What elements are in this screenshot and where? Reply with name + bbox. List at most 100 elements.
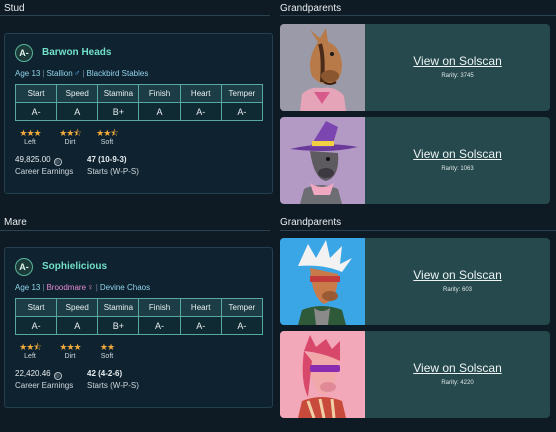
coin-icon: ◎ [53, 158, 62, 166]
preference-label: Dirt [64, 353, 76, 360]
stud-section-label: Stud [4, 3, 25, 14]
stats-header-row: Start Speed Stamina Finish Heart Temper [14, 84, 264, 103]
star-icons: ★★⯪ [96, 128, 119, 138]
stat-header: Heart [179, 298, 222, 317]
stat-value: A [56, 316, 99, 335]
preference-soft: ★★⯪ Soft [92, 128, 122, 148]
preference-label: Soft [100, 353, 114, 360]
view-on-solscan-link[interactable]: View on Solscan [365, 54, 550, 68]
stat-value: B+ [97, 102, 140, 121]
preference-left: ★★★ Left [15, 128, 45, 148]
star-icons: ★★★ [19, 128, 41, 138]
stat-header: Heart [179, 84, 222, 103]
grandparent-card: View on Solscan Rarity: 4220 [280, 331, 550, 418]
stat-value: B+ [97, 316, 140, 335]
horse-gender: Stallion [46, 69, 73, 78]
horse-stable[interactable]: Devine Chaos [100, 283, 150, 292]
earnings-amount: 22,420.46 [15, 369, 51, 378]
star-icons: ★★★ [59, 342, 81, 352]
horse-name[interactable]: Barwon Heads [42, 47, 111, 58]
grandparent-card: View on Solscan Rarity: 1063 [280, 117, 550, 204]
view-on-solscan-link[interactable]: View on Solscan [365, 361, 550, 375]
stat-value: A- [179, 316, 222, 335]
horse-meta: Age 13 | Stallion♂ | Blackbird Stables [15, 68, 149, 78]
grandparent-card: View on Solscan Rarity: 603 [280, 238, 550, 325]
preference-label: Left [24, 353, 36, 360]
preference-dirt: ★★★ Dirt [55, 342, 85, 362]
stat-header: Temper [220, 298, 264, 317]
career-earnings-value: 22,420.46 ◎ [15, 369, 62, 380]
stats-table: Start Speed Stamina Finish Heart Temper … [14, 298, 264, 335]
mare-horse-card[interactable]: A- Sophielicious Age 13 | Broodmare♀ | Devin… [4, 247, 273, 408]
stats-header-row: Start Speed Stamina Finish Heart Temper [14, 298, 264, 317]
stud-grandparents-label: Grandparents [280, 3, 342, 14]
mare-grandparents-label: Grandparents [280, 217, 342, 228]
stats-value-row: A- A B+ A- A- A- [14, 316, 264, 335]
horse-age: Age 13 [15, 283, 41, 292]
horse-age: Age 13 [15, 69, 41, 78]
divider [0, 15, 270, 16]
horse-name[interactable]: Sophielicious [42, 261, 107, 272]
preference-stars: ★★★ Left ★★⯪ Dirt ★★⯪ Soft [15, 128, 135, 150]
preference-label: Dirt [64, 139, 76, 146]
stat-header: Finish [138, 84, 181, 103]
view-on-solscan-link[interactable]: View on Solscan [365, 268, 550, 282]
stat-value: A- [14, 102, 58, 121]
divider [280, 15, 556, 16]
rarity-label: Rarity: 1063 [441, 166, 474, 172]
female-icon: ♀ [87, 282, 94, 292]
mare-section-label: Mare [4, 217, 27, 228]
stats-table: Start Speed Stamina Finish Heart Temper … [14, 84, 264, 121]
view-on-solscan-link[interactable]: View on Solscan [365, 147, 550, 161]
grandparent-horse-image [280, 24, 365, 111]
star-icons: ★★⯪ [19, 342, 42, 352]
stat-header: Stamina [97, 84, 140, 103]
divider [280, 230, 556, 231]
grandparent-horse-image [280, 117, 365, 204]
star-icons: ★★ [99, 342, 115, 352]
career-earnings-label: Career Earnings [15, 381, 74, 390]
grade-badge: A- [15, 44, 33, 62]
grandparent-card: View on Solscan Rarity: 3745 [280, 24, 550, 111]
preference-stars: ★★⯪ Left ★★★ Dirt ★★ Soft [15, 342, 135, 364]
stats-value-row: A- A B+ A A- A- [14, 102, 264, 121]
starts-label: Starts (W-P-S) [87, 167, 139, 176]
stat-value: A- [14, 316, 58, 335]
stat-value: A [56, 102, 99, 121]
starts-value: 42 (4-2-6) [87, 369, 123, 378]
rarity-label: Rarity: 4220 [441, 380, 474, 386]
grandparent-horse-image [280, 238, 365, 325]
preference-soft: ★★ Soft [92, 342, 122, 362]
starts-value: 47 (10-9-3) [87, 155, 127, 164]
divider [0, 230, 270, 231]
stat-header: Temper [220, 84, 264, 103]
starts-label: Starts (W-P-S) [87, 381, 139, 390]
horse-stable[interactable]: Blackbird Stables [87, 69, 149, 78]
stat-value: A- [179, 102, 222, 121]
stud-horse-card[interactable]: A- Barwon Heads Age 13 | Stallion♂ | Blackbi… [4, 33, 273, 194]
career-earnings-label: Career Earnings [15, 167, 74, 176]
preference-dirt: ★★⯪ Dirt [55, 128, 85, 148]
stat-header: Stamina [97, 298, 140, 317]
grade-badge: A- [15, 258, 33, 276]
stat-value: A- [138, 316, 181, 335]
stat-value: A [138, 102, 181, 121]
rarity-label: Rarity: 603 [442, 287, 472, 293]
career-earnings-value: 49,825.00 ◎ [15, 155, 62, 166]
earnings-amount: 49,825.00 [15, 155, 51, 164]
stat-header: Speed [56, 298, 99, 317]
male-icon: ♂ [73, 68, 81, 78]
star-icons: ★★⯪ [59, 128, 82, 138]
horse-gender: Broodmare [46, 283, 87, 292]
stat-header: Start [14, 84, 58, 103]
preference-label: Left [24, 139, 36, 146]
preference-label: Soft [100, 139, 114, 146]
horse-meta: Age 13 | Broodmare♀ | Devine Chaos [15, 282, 151, 292]
stat-value: A- [220, 102, 264, 121]
coin-icon: ◎ [53, 372, 62, 380]
stat-header: Start [14, 298, 58, 317]
rarity-label: Rarity: 3745 [441, 73, 474, 79]
stat-value: A- [220, 316, 264, 335]
stat-header: Finish [138, 298, 181, 317]
stat-header: Speed [56, 84, 99, 103]
